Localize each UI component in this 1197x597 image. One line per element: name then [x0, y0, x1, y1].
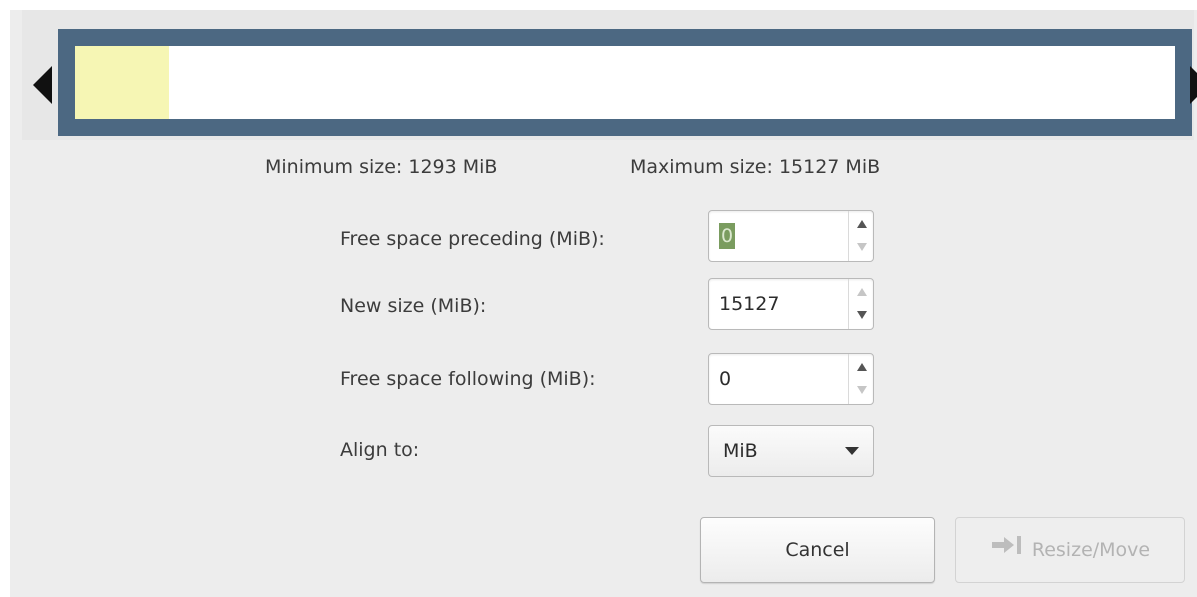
right-resize-handle-icon[interactable] [1190, 66, 1197, 104]
resize-move-button[interactable]: Resize/Move [955, 517, 1185, 583]
cancel-button[interactable]: Cancel [700, 517, 935, 583]
arrow-to-bar-icon [990, 517, 1024, 581]
partition-visual-area [22, 10, 1197, 140]
increment-arrow-icon[interactable] [857, 220, 867, 228]
minimum-size-label: Minimum size: 1293 MiB [265, 156, 498, 178]
free-space-following-spinbox[interactable]: 0 [708, 353, 874, 405]
decrement-arrow-icon[interactable] [857, 243, 867, 251]
partition-bar[interactable] [58, 29, 1192, 136]
chevron-down-icon [845, 447, 859, 455]
cancel-button-label: Cancel [785, 539, 850, 561]
free-space-following-input[interactable]: 0 [719, 354, 731, 404]
increment-arrow-icon[interactable] [857, 363, 867, 371]
increment-arrow-icon[interactable] [857, 288, 867, 296]
resize-move-dialog: Minimum size: 1293 MiB Maximum size: 151… [10, 10, 1197, 597]
free-space-following-stepper[interactable] [848, 354, 873, 404]
new-size-stepper[interactable] [848, 279, 873, 329]
align-to-selected-value: MiB [723, 440, 758, 462]
resize-move-button-label: Resize/Move [1031, 539, 1151, 561]
free-space-following-label: Free space following (MiB): [340, 368, 596, 390]
partition-used-space [75, 46, 169, 119]
free-space-preceding-stepper[interactable] [848, 211, 873, 261]
new-size-input[interactable]: 15127 [719, 279, 779, 329]
partition-bar-inner [75, 46, 1175, 119]
new-size-label: New size (MiB): [340, 295, 487, 317]
free-space-preceding-label: Free space preceding (MiB): [340, 228, 605, 250]
new-size-spinbox[interactable]: 15127 [708, 278, 874, 330]
maximum-size-label: Maximum size: 15127 MiB [630, 156, 881, 178]
align-to-dropdown[interactable]: MiB [708, 425, 874, 477]
decrement-arrow-icon[interactable] [857, 386, 867, 394]
align-to-label: Align to: [340, 439, 420, 461]
free-space-preceding-input[interactable]: 0 [719, 223, 736, 249]
free-space-preceding-spinbox[interactable]: 0 [708, 210, 874, 262]
decrement-arrow-icon[interactable] [857, 311, 867, 319]
left-resize-handle-icon[interactable] [33, 66, 52, 104]
